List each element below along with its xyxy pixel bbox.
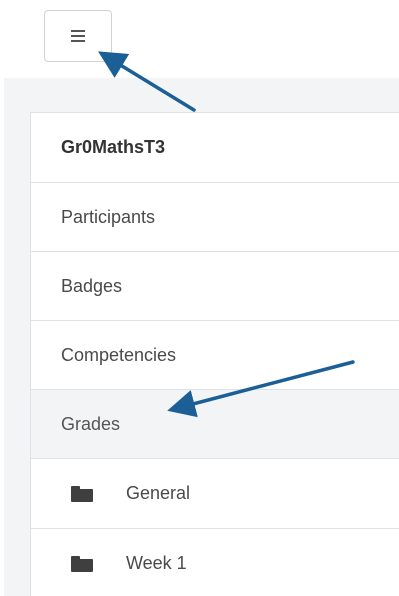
section-label: Week 1 [126, 553, 187, 573]
nav-drawer: Gr0MathsT3 Participants Badges Competenc… [30, 112, 399, 596]
course-name: Gr0MathsT3 [61, 137, 166, 157]
nav-item-label: Badges [61, 275, 123, 296]
nav-item-section-general[interactable]: General [31, 459, 399, 529]
nav-drawer-toggle-button[interactable] [44, 10, 112, 62]
section-label: General [126, 483, 191, 503]
nav-item-section-week-1[interactable]: Week 1 [31, 529, 399, 596]
nav-item-course[interactable]: Gr0MathsT3 [31, 113, 399, 183]
folder-icon [71, 555, 93, 572]
nav-item-badges[interactable]: Badges [31, 252, 399, 321]
nav-item-label: Participants [61, 206, 156, 227]
folder-icon [71, 485, 93, 502]
hamburger-icon [71, 30, 85, 42]
nav-item-participants[interactable]: Participants [31, 183, 399, 252]
nav-item-label: Competencies [61, 344, 177, 365]
nav-item-label: Grades [61, 413, 121, 434]
nav-item-competencies[interactable]: Competencies [31, 321, 399, 390]
nav-item-grades[interactable]: Grades [31, 390, 399, 459]
